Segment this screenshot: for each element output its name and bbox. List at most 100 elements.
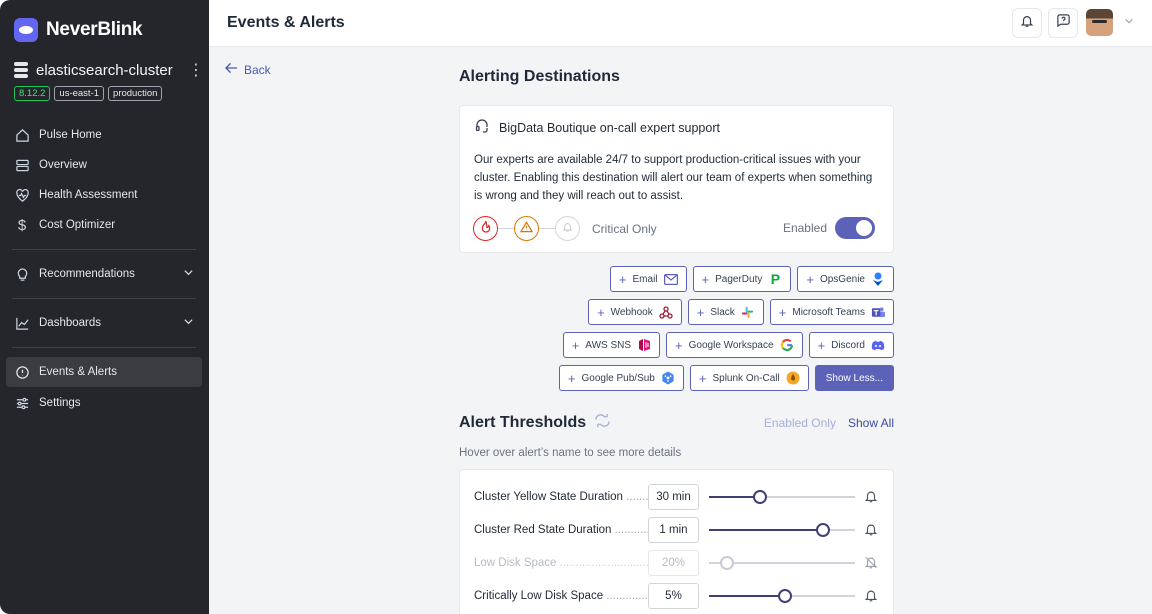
- sidebar-item-dashboards[interactable]: Dashboards: [6, 308, 202, 338]
- destination-label: OpsGenie: [819, 273, 865, 285]
- sidebar-item-pulse-home[interactable]: Pulse Home: [6, 120, 202, 150]
- slider-knob[interactable]: [753, 489, 768, 504]
- plus-icon: +: [817, 337, 826, 353]
- discord-icon: [871, 338, 885, 352]
- filter-enabled-only[interactable]: Enabled Only: [764, 416, 836, 430]
- user-avatar[interactable]: [1086, 9, 1113, 36]
- threshold-value-input[interactable]: 20%: [647, 549, 700, 576]
- critical-level-button[interactable]: [473, 216, 498, 241]
- thresholds-header: Alert Thresholds: [459, 413, 611, 433]
- threshold-name[interactable]: Cluster Yellow State Duration ..........…: [474, 491, 648, 503]
- add-google-workspace-button[interactable]: + Google Workspace: [666, 332, 803, 358]
- add-splunk-oncall-button[interactable]: + Splunk On-Call: [689, 365, 809, 391]
- destination-label: Microsoft Teams: [792, 306, 865, 318]
- neverblink-logo-icon: [14, 18, 38, 42]
- destination-label: Discord: [831, 339, 865, 351]
- threshold-row: Low Disk Space .........................…: [474, 546, 879, 579]
- bell-icon[interactable]: [863, 489, 879, 504]
- plus-icon: +: [597, 304, 605, 320]
- threshold-slider[interactable]: [709, 517, 856, 543]
- threshold-row: Critically Low Disk Space ..............…: [474, 579, 879, 612]
- add-google-pubsub-button[interactable]: + Google Pub/Sub: [558, 365, 684, 391]
- bell-icon: [1020, 14, 1034, 33]
- plus-icon: +: [618, 271, 627, 287]
- plus-icon: +: [778, 304, 787, 320]
- threshold-name[interactable]: Low Disk Space .........................…: [474, 557, 648, 569]
- threshold-value-input[interactable]: 5%: [647, 582, 700, 609]
- threshold-slider[interactable]: [709, 484, 856, 510]
- sidebar-item-label: Dashboards: [39, 317, 102, 329]
- google-icon: [780, 338, 794, 352]
- splunk-icon: [786, 371, 800, 385]
- threshold-row: Cluster Red State Duration .............…: [474, 513, 879, 546]
- expert-support-toggle[interactable]: [835, 217, 875, 239]
- add-slack-button[interactable]: + Slack: [687, 299, 764, 325]
- threshold-value-input[interactable]: 1 min: [647, 516, 700, 543]
- threshold-slider[interactable]: [709, 583, 856, 609]
- lightbulb-icon: [14, 266, 30, 282]
- plus-icon: +: [696, 304, 705, 320]
- destination-label: Google Workspace: [688, 339, 774, 351]
- add-microsoft-teams-button[interactable]: + Microsoft Teams: [769, 299, 894, 325]
- add-pagerduty-button[interactable]: + PagerDuty P: [692, 266, 792, 292]
- destination-buttons: + Email + PagerDuty P + OpsGenie + Webho…: [459, 266, 894, 398]
- slider-knob[interactable]: [778, 588, 793, 603]
- bell-off-icon[interactable]: [863, 555, 879, 570]
- sidebar-item-recommendations[interactable]: Recommendations: [6, 259, 202, 289]
- sidebar-item-cost-optimizer[interactable]: $ Cost Optimizer: [6, 210, 202, 240]
- threshold-name[interactable]: Critically Low Disk Space ..............…: [474, 590, 648, 602]
- add-discord-button[interactable]: + Discord: [808, 332, 894, 358]
- plus-icon: +: [675, 337, 683, 353]
- sidebar-item-settings[interactable]: Settings: [6, 388, 202, 418]
- help-icon: [1056, 13, 1071, 33]
- region-tag: us-east-1: [54, 86, 105, 101]
- severity-level-selector: Critical Only: [473, 216, 657, 241]
- aws-sns-icon: [637, 338, 651, 352]
- chevron-down-icon[interactable]: [1124, 16, 1134, 29]
- show-less-button[interactable]: Show Less...: [814, 365, 894, 391]
- plus-icon: +: [571, 337, 580, 353]
- bell-icon[interactable]: [863, 522, 879, 537]
- threshold-slider[interactable]: [709, 550, 856, 576]
- arrow-left-icon: [225, 62, 238, 77]
- slider-knob[interactable]: [719, 555, 734, 570]
- refresh-icon[interactable]: [594, 413, 611, 433]
- sidebar-item-health-assessment[interactable]: Health Assessment: [6, 180, 202, 210]
- bell-icon[interactable]: [863, 588, 879, 603]
- brand[interactable]: NeverBlink: [14, 18, 143, 42]
- fire-icon: [480, 220, 492, 238]
- sidebar-item-label: Events & Alerts: [39, 366, 117, 378]
- threshold-name[interactable]: Cluster Red State Duration .............…: [474, 524, 648, 536]
- kebab-menu-icon[interactable]: ⋮: [188, 60, 204, 80]
- sidebar-item-events-alerts[interactable]: Events & Alerts: [6, 357, 202, 387]
- warning-level-button[interactable]: [514, 216, 539, 241]
- plus-icon: +: [701, 271, 710, 287]
- add-aws-sns-button[interactable]: + AWS SNS: [562, 332, 661, 358]
- headset-icon: [474, 118, 490, 137]
- threshold-value-input[interactable]: 30 min: [647, 483, 700, 510]
- cluster-name[interactable]: elasticsearch-cluster: [36, 62, 180, 79]
- dollar-icon: $: [17, 216, 27, 234]
- destination-label: AWS SNS: [585, 339, 632, 351]
- slider-fill: [709, 594, 786, 597]
- add-opsgenie-button[interactable]: + OpsGenie: [797, 266, 894, 292]
- notifications-button[interactable]: [1012, 8, 1042, 38]
- help-button[interactable]: [1048, 8, 1078, 38]
- expert-support-title: BigData Boutique on-call expert support: [499, 120, 720, 135]
- main-content: Back Alerting Destinations BigData Bouti…: [209, 47, 1152, 614]
- database-icon: [14, 62, 28, 78]
- info-level-button[interactable]: [555, 216, 580, 241]
- thresholds-hint: Hover over alert’s name to see more deta…: [459, 447, 682, 459]
- sidebar-item-overview[interactable]: Overview: [6, 150, 202, 180]
- slack-icon: [741, 305, 755, 319]
- filter-show-all[interactable]: Show All: [848, 416, 894, 430]
- plus-icon: +: [698, 370, 707, 386]
- add-email-button[interactable]: + Email: [609, 266, 687, 292]
- sidebar-item-label: Pulse Home: [39, 129, 102, 141]
- environment-tag: production: [108, 86, 163, 101]
- destination-label: Splunk On-Call: [712, 372, 780, 384]
- add-webhook-button[interactable]: + Webhook: [588, 299, 682, 325]
- slider-knob[interactable]: [816, 522, 830, 537]
- back-link[interactable]: Back: [225, 62, 271, 77]
- plus-icon: +: [567, 370, 576, 386]
